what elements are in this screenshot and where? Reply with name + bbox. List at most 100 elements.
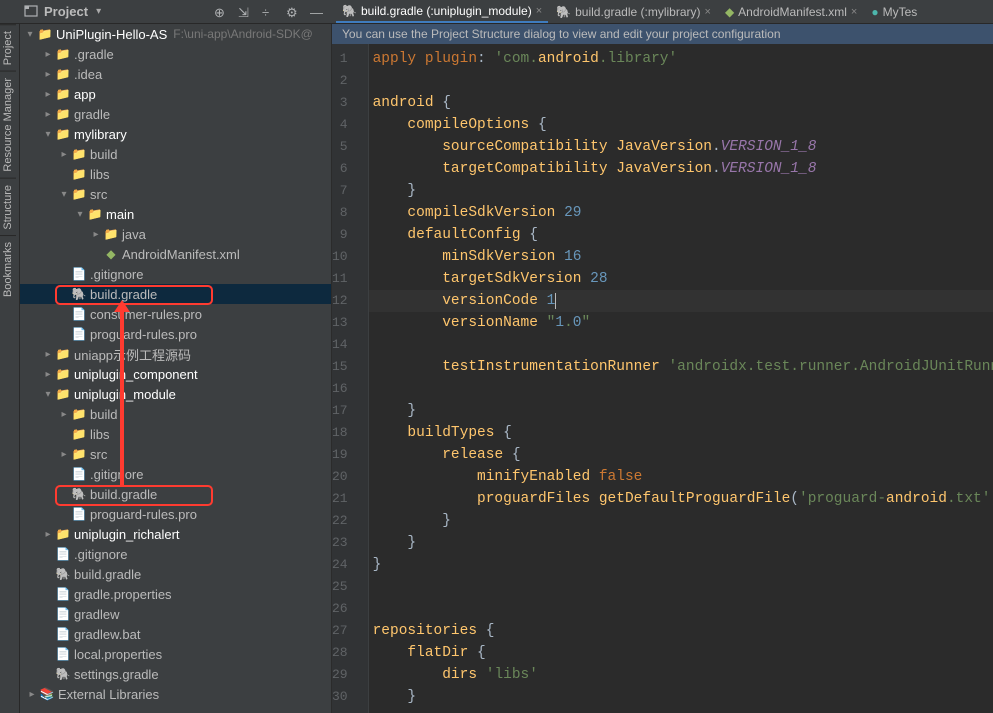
tree-item[interactable]: ▸📁src <box>20 444 331 464</box>
code-line[interactable]: targetSdkVersion 28 <box>369 268 993 290</box>
code-line[interactable]: } <box>369 400 993 422</box>
gear-icon[interactable]: ⚙ <box>286 5 300 19</box>
tree-item[interactable]: 🐘build.gradle <box>20 284 331 304</box>
tree-item[interactable]: 📄gradlew <box>20 604 331 624</box>
editor-tab[interactable]: ◆AndroidManifest.xml× <box>719 1 863 23</box>
code-line[interactable]: compileOptions { <box>369 114 993 136</box>
tree-item[interactable]: 📁libs <box>20 164 331 184</box>
code-line[interactable]: } <box>369 510 993 532</box>
tree-item[interactable]: ▸📁.gradle <box>20 44 331 64</box>
tree-item[interactable]: ▾📁uniplugin_module <box>20 384 331 404</box>
tree-item[interactable]: 📄proguard-rules.pro <box>20 504 331 524</box>
code-line[interactable]: } <box>369 532 993 554</box>
code-line[interactable]: defaultConfig { <box>369 224 993 246</box>
code-line[interactable]: sourceCompatibility JavaVersion.VERSION_… <box>369 136 993 158</box>
code-line[interactable]: flatDir { <box>369 642 993 664</box>
expand-arrow-icon[interactable]: ▸ <box>42 89 54 100</box>
tree-item[interactable]: 🐘build.gradle <box>20 484 331 504</box>
project-root[interactable]: ▾📁UniPlugin-Hello-ASF:\uni-app\Android-S… <box>20 24 331 44</box>
code-line[interactable]: minifyEnabled false <box>369 466 993 488</box>
code-line[interactable]: } <box>369 180 993 202</box>
close-icon[interactable]: × <box>536 5 542 17</box>
divide-icon[interactable]: ÷ <box>262 5 276 19</box>
tree-item[interactable]: 📄.gitignore <box>20 544 331 564</box>
expand-arrow-icon[interactable]: ▸ <box>42 529 54 540</box>
expand-arrow-icon[interactable]: ▾ <box>42 389 54 400</box>
expand-arrow-icon[interactable]: ▸ <box>42 109 54 120</box>
notification-bar[interactable]: You can use the Project Structure dialog… <box>332 24 993 44</box>
close-icon[interactable]: × <box>851 6 857 18</box>
code-line[interactable]: proguardFiles getDefaultProguardFile('pr… <box>369 488 993 510</box>
side-tab[interactable]: Project <box>0 24 16 71</box>
code-line[interactable]: repositories { <box>369 620 993 642</box>
tree-item[interactable]: ▸📁java <box>20 224 331 244</box>
side-tab[interactable]: Structure <box>0 178 16 236</box>
code-area[interactable]: apply plugin: 'com.android.library' andro… <box>369 44 993 713</box>
target-icon[interactable]: ⊕ <box>214 5 228 19</box>
code-line[interactable] <box>369 576 993 598</box>
expand-arrow-icon[interactable]: ▸ <box>42 69 54 80</box>
expand-arrow-icon[interactable]: ▸ <box>90 229 102 240</box>
file-tree[interactable]: ▾📁UniPlugin-Hello-ASF:\uni-app\Android-S… <box>20 24 331 704</box>
editor-tab[interactable]: 🐘build.gradle (:mylibrary)× <box>550 1 717 23</box>
expand-arrow-icon[interactable]: ▸ <box>58 149 70 160</box>
code-line[interactable] <box>369 70 993 92</box>
tree-item[interactable]: 📄gradlew.bat <box>20 624 331 644</box>
tree-item[interactable]: ▸📁uniplugin_richalert <box>20 524 331 544</box>
hide-icon[interactable]: — <box>310 5 324 19</box>
tree-item[interactable]: 🐘settings.gradle <box>20 664 331 684</box>
expand-arrow-icon[interactable]: ▸ <box>58 409 70 420</box>
expand-arrow-icon[interactable]: ▸ <box>42 349 54 360</box>
code-line[interactable]: release { <box>369 444 993 466</box>
tree-item[interactable]: 📄.gitignore <box>20 264 331 284</box>
expand-arrow-icon[interactable]: ▾ <box>42 129 54 140</box>
side-tab[interactable]: Bookmarks <box>0 235 16 303</box>
close-icon[interactable]: × <box>705 6 711 18</box>
code-line[interactable] <box>369 378 993 400</box>
tree-item[interactable]: 🐘build.gradle <box>20 564 331 584</box>
editor-tab[interactable]: ●MyTes <box>865 1 923 23</box>
tree-item[interactable]: 📁libs <box>20 424 331 444</box>
tree-item[interactable]: ▾📁src <box>20 184 331 204</box>
code-line[interactable]: buildTypes { <box>369 422 993 444</box>
tree-item[interactable]: 📄consumer-rules.pro <box>20 304 331 324</box>
tree-item[interactable]: ▾📁main <box>20 204 331 224</box>
editor-tab[interactable]: 🐘build.gradle (:uniplugin_module)× <box>336 1 548 23</box>
code-line[interactable]: versionName "1.0" <box>369 312 993 334</box>
code-line[interactable]: testInstrumentationRunner 'androidx.test… <box>369 356 993 378</box>
expand-arrow-icon[interactable]: ▸ <box>26 689 38 700</box>
tree-item[interactable]: ◆AndroidManifest.xml <box>20 244 331 264</box>
tree-item[interactable]: 📄.gitignore <box>20 464 331 484</box>
tree-item[interactable]: 📄local.properties <box>20 644 331 664</box>
code-line[interactable]: apply plugin: 'com.android.library' <box>369 48 993 70</box>
tree-item[interactable]: 📄gradle.properties <box>20 584 331 604</box>
code-line[interactable] <box>369 334 993 356</box>
code-line[interactable]: compileSdkVersion 29 <box>369 202 993 224</box>
tree-item[interactable]: ▸📁uniapp示例工程源码 <box>20 344 331 364</box>
expand-arrow-icon[interactable]: ▸ <box>58 449 70 460</box>
code-line[interactable]: minSdkVersion 16 <box>369 246 993 268</box>
project-selector[interactable]: Project ▾ ⊕ ⇲ ÷ ⚙ — <box>0 4 332 20</box>
code-line[interactable]: dirs 'libs' <box>369 664 993 686</box>
tree-item[interactable]: ▸📁build <box>20 144 331 164</box>
code-line[interactable]: } <box>369 686 993 708</box>
expand-arrow-icon[interactable]: ▾ <box>58 189 70 200</box>
tree-item[interactable]: ▸📁gradle <box>20 104 331 124</box>
tree-item[interactable]: ▸📁app <box>20 84 331 104</box>
tree-item[interactable]: ▾📁mylibrary <box>20 124 331 144</box>
expand-arrow-icon[interactable]: ▸ <box>42 49 54 60</box>
side-tab[interactable]: Resource Manager <box>0 71 16 178</box>
code-line[interactable]: android { <box>369 92 993 114</box>
tree-item[interactable]: 📄proguard-rules.pro <box>20 324 331 344</box>
tree-item[interactable]: ▸📁.idea <box>20 64 331 84</box>
tree-item[interactable]: ▸📁uniplugin_component <box>20 364 331 384</box>
tree-item[interactable]: ▸📁build <box>20 404 331 424</box>
collapse-icon[interactable]: ⇲ <box>238 5 252 19</box>
code-line[interactable]: targetCompatibility JavaVersion.VERSION_… <box>369 158 993 180</box>
expand-arrow-icon[interactable]: ▸ <box>42 369 54 380</box>
code-line[interactable]: versionCode 1 <box>369 290 993 312</box>
code-line[interactable]: } <box>369 554 993 576</box>
expand-arrow-icon[interactable]: ▾ <box>74 209 86 220</box>
tree-item[interactable]: ▸📚External Libraries <box>20 684 331 704</box>
code-line[interactable] <box>369 598 993 620</box>
